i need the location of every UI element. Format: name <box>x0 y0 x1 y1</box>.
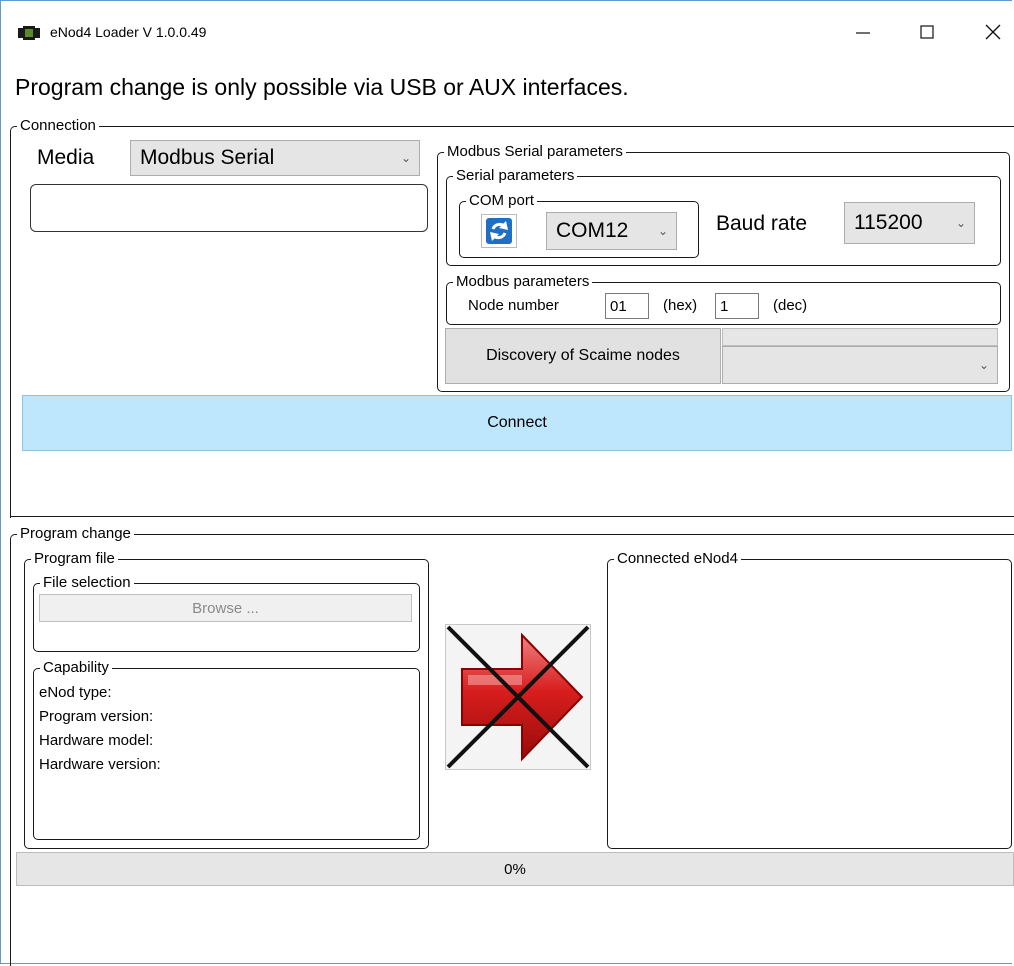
baud-rate-select[interactable]: 115200 ⌄ <box>844 202 975 244</box>
capability-program-version: Program version: <box>39 708 154 725</box>
maximize-icon <box>920 25 934 39</box>
maximize-button[interactable] <box>904 14 950 50</box>
close-icon <box>985 24 1001 40</box>
capability-enod-type: eNod type: <box>39 684 112 701</box>
connect-button[interactable]: Connect <box>22 395 1012 451</box>
program-transfer-disabled-icon <box>446 625 590 769</box>
com-port-select[interactable]: COM12 ⌄ <box>546 212 677 250</box>
chevron-down-icon: ⌄ <box>657 224 668 238</box>
connected-enod4-legend: Connected eNod4 <box>617 550 738 567</box>
capability-legend: Capability <box>43 659 109 676</box>
connected-enod4-group: Connected eNod4 <box>607 551 1012 849</box>
program-progress-bar: 0% <box>16 852 1014 886</box>
node-hex-input[interactable]: 01 <box>605 293 649 319</box>
window-title: eNod4 Loader V 1.0.0.49 <box>50 24 207 40</box>
media-select[interactable]: Modbus Serial ⌄ <box>130 140 420 176</box>
program-change-legend: Program change <box>20 525 131 542</box>
app-icon <box>18 26 40 40</box>
discovery-button[interactable]: Discovery of Scaime nodes <box>445 328 721 384</box>
minimize-button[interactable] <box>840 14 886 50</box>
baud-rate-label: Baud rate <box>716 212 808 235</box>
com-port-value: COM12 <box>556 219 629 242</box>
discovery-progress <box>722 328 998 346</box>
node-number-label: Node number <box>468 297 559 314</box>
info-message: Program change is only possible via USB … <box>15 74 629 100</box>
baud-rate-value: 115200 <box>854 211 923 234</box>
connection-legend: Connection <box>20 117 96 134</box>
refresh-com-button[interactable] <box>481 214 517 248</box>
minimize-icon <box>856 32 870 34</box>
connection-bottom-line <box>10 516 1014 517</box>
connection-status-box <box>30 184 428 232</box>
com-port-legend: COM port <box>469 192 535 209</box>
refresh-icon <box>486 218 512 244</box>
hex-label: (hex) <box>663 297 698 314</box>
file-selection-legend: File selection <box>43 574 131 591</box>
browse-button[interactable]: Browse ... <box>39 594 412 622</box>
modbus-serial-legend: Modbus Serial parameters <box>447 143 623 160</box>
node-dec-input[interactable]: 1 <box>715 293 759 319</box>
dec-label: (dec) <box>773 297 808 314</box>
chevron-down-icon: ⌄ <box>400 151 411 165</box>
discovered-nodes-select[interactable]: ⌄ <box>722 346 998 384</box>
media-value: Modbus Serial <box>140 146 275 169</box>
capability-hardware-version: Hardware version: <box>39 756 161 773</box>
title-bar[interactable]: eNod4 Loader V 1.0.0.49 <box>0 0 1014 64</box>
capability-hardware-model: Hardware model: <box>39 732 154 749</box>
modbus-parameters-legend: Modbus parameters <box>456 273 590 290</box>
program-progress-text: 0% <box>504 860 526 878</box>
program-file-legend: Program file <box>34 550 115 567</box>
chevron-down-icon: ⌄ <box>955 216 966 230</box>
chevron-down-icon: ⌄ <box>978 358 989 372</box>
close-button[interactable] <box>970 14 1014 50</box>
program-button[interactable] <box>445 624 591 770</box>
serial-parameters-legend: Serial parameters <box>456 167 575 184</box>
media-label: Media <box>37 146 95 169</box>
